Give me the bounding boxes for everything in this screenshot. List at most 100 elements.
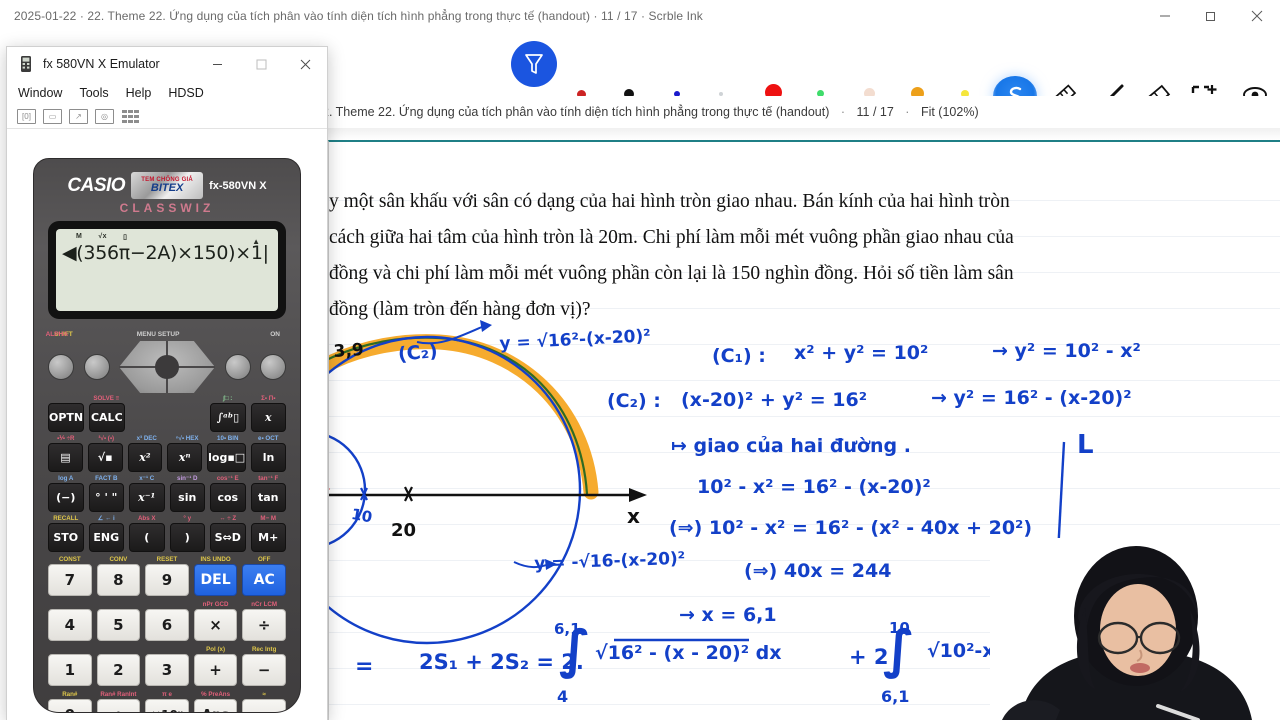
app-title-bar: 2025-01-22 · 22. Theme 22. Ứng dụng của …: [0, 0, 1280, 32]
problem-line: cách giữa hai tâm của hình tròn là 20m. …: [329, 227, 1014, 248]
key-8[interactable]: 8: [96, 564, 141, 596]
key-close-paren[interactable]: ): [169, 523, 205, 552]
key-9[interactable]: 9: [145, 564, 189, 596]
problem-line: đồng (làm tròn đến hàng đơn vị)?: [329, 299, 591, 320]
popout-icon[interactable]: ↗: [69, 109, 88, 124]
key-ac[interactable]: AC: [242, 564, 286, 596]
window-icon[interactable]: ▭: [43, 109, 62, 124]
key-del[interactable]: DEL: [193, 564, 238, 596]
calculator-app-icon: [19, 56, 35, 72]
problem-line: đồng và chi phí làm mỗi mét vuông phần c…: [329, 263, 1014, 284]
key-2[interactable]: 2: [96, 654, 141, 686]
calculator-key-row-2: ▤ √▪ x² xⁿ log▪□ ln: [48, 443, 286, 472]
key-divide[interactable]: ÷: [242, 609, 286, 641]
lcd-expression: ◀(356π−2A)×150)×1|: [62, 242, 269, 264]
close-icon[interactable]: [1234, 0, 1280, 32]
key-sqrt[interactable]: √▪: [87, 443, 123, 472]
key-cos[interactable]: cos: [210, 483, 246, 512]
calculator-lcd[interactable]: M √x ▯ ▲ ◀(356π−2A)×150)×1|: [56, 229, 278, 311]
key-secondary-labels-row6: nPr GCD nCr LCM: [48, 601, 286, 608]
calculator-emulator-window[interactable]: fx 580VN X Emulator Window Tools Help HD…: [6, 46, 328, 720]
webcam-overlay[interactable]: [990, 538, 1280, 720]
minimize-icon[interactable]: [1142, 0, 1188, 32]
key-decimal[interactable]: •: [96, 699, 141, 712]
key-tan[interactable]: tan: [250, 483, 286, 512]
sec-label: e▪ OCT: [258, 435, 279, 442]
calculator-lcd-frame: M √x ▯ ▲ ◀(356π−2A)×150)×1|: [48, 221, 286, 319]
key-degree-minute[interactable]: ° ' ": [88, 483, 124, 512]
sec-label: Ran# RanInt: [100, 691, 137, 698]
key-sin[interactable]: sin: [169, 483, 205, 512]
hw-eq-expanded: (⇒) 10² - x² = 16² - (x² - 40x + 20²): [669, 517, 1033, 539]
key-secondary-labels-row3: log A FACT B x⁻¹ C sin⁻¹ D cos⁻¹ E tan⁻¹…: [48, 475, 286, 482]
key-open-paren[interactable]: (: [129, 523, 165, 552]
key-menu-setup[interactable]: [224, 354, 251, 380]
key-secondary-labels-row7: Pol (x) Rec Intg: [48, 646, 286, 653]
key-log[interactable]: log▪□: [207, 443, 247, 472]
key-secondary-labels-row2: ▪⅟▪ ÷R ³√▪ (▪) x³ DEC ⁿ√▪ HEX 10▪ BIN e▪…: [48, 435, 286, 442]
key-6[interactable]: 6: [145, 609, 189, 641]
restore-icon[interactable]: [1188, 0, 1234, 32]
grid-icon[interactable]: [121, 109, 140, 124]
pen-tool[interactable]: [511, 41, 557, 87]
menu-item-help[interactable]: Help: [126, 86, 152, 100]
menu-item-window[interactable]: Window: [18, 86, 62, 100]
key-x-power[interactable]: xⁿ: [167, 443, 203, 472]
menu-item-hdsd[interactable]: HDSD: [168, 86, 203, 100]
sec-label: Pol (x): [206, 646, 226, 653]
hw-integral1-body: √16² - (x - 20)² dx: [595, 642, 782, 664]
calculator-window-controls: [195, 47, 327, 81]
key-integral[interactable]: ∫ᵃᵇ▯: [210, 403, 246, 432]
key-negative[interactable]: (−): [48, 483, 84, 512]
lcd-icon[interactable]: [0]: [17, 109, 36, 124]
key-minus[interactable]: −: [242, 654, 286, 686]
key-x-var[interactable]: x: [250, 403, 286, 432]
calculator-toolbar: [0] ▭ ↗ ◎: [7, 105, 327, 129]
calculator-maximize-icon[interactable]: [239, 47, 283, 81]
page-indicator: 11 / 17: [856, 105, 894, 119]
calculator-close-icon[interactable]: [283, 47, 327, 81]
key-secondary-labels-row5: CONST CONV RESET INS UNDO OFF: [48, 556, 286, 563]
key-reciprocal[interactable]: x⁻¹: [129, 483, 165, 512]
lcd-status-row: M √x ▯: [62, 233, 272, 241]
sec-label: ≈: [262, 691, 266, 698]
page-rule: [329, 380, 1280, 381]
key-calc[interactable]: CALC: [89, 403, 125, 432]
page-top-shadow: [328, 128, 1280, 140]
menu-item-tools[interactable]: Tools: [79, 86, 108, 100]
hw-eq-x-value: → x = 6,1: [679, 604, 777, 626]
key-fraction[interactable]: ▤: [48, 443, 83, 472]
dpad-center[interactable]: [155, 355, 179, 379]
key-sto[interactable]: STO: [48, 523, 84, 552]
key-1[interactable]: 1: [48, 654, 92, 686]
key-ln[interactable]: ln: [251, 443, 286, 472]
key-5[interactable]: 5: [96, 609, 141, 641]
key-7[interactable]: 7: [48, 564, 92, 596]
camera-icon[interactable]: ◎: [95, 109, 114, 124]
key-ans[interactable]: Ans: [193, 699, 238, 712]
key-shift[interactable]: [48, 354, 74, 380]
sec-label: [48, 601, 92, 608]
calculator-key-row-6: 4 5 6 × ÷: [48, 609, 286, 643]
calculator-minimize-icon[interactable]: [195, 47, 239, 81]
key-3[interactable]: 3: [145, 654, 189, 686]
key-4[interactable]: 4: [48, 609, 92, 641]
key-s-to-d[interactable]: S⇔D: [210, 523, 246, 552]
key-exponent[interactable]: ×10ˣ: [145, 699, 189, 712]
key-optn[interactable]: OPTN: [48, 403, 85, 432]
key-m-plus[interactable]: M+: [250, 523, 286, 552]
key-equals[interactable]: =: [242, 699, 286, 712]
key-eng[interactable]: ENG: [88, 523, 124, 552]
key-dpad[interactable]: [119, 341, 215, 393]
page-rule: [329, 488, 1280, 489]
sec-label: Ran#: [62, 691, 78, 698]
key-alpha[interactable]: [83, 354, 110, 380]
calculator-series: CLASSWIZ: [119, 201, 215, 215]
key-x-squared[interactable]: x²: [127, 443, 163, 472]
label-alpha: ALPHA: [45, 331, 68, 338]
sec-label: CONST: [58, 556, 81, 563]
key-on[interactable]: [260, 354, 286, 380]
key-multiply[interactable]: ×: [193, 609, 238, 641]
key-0[interactable]: 0: [48, 699, 92, 712]
key-plus[interactable]: +: [193, 654, 238, 686]
